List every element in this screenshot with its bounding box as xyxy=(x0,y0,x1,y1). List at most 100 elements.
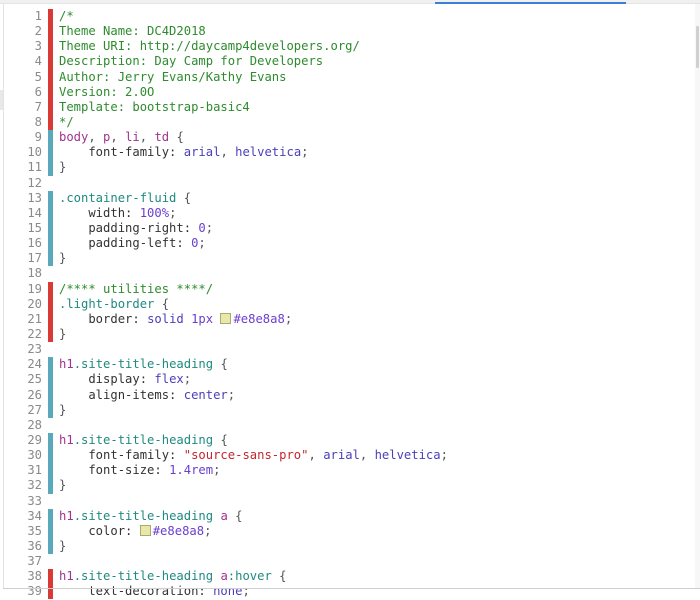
gutter-modified-marker[interactable] xyxy=(48,569,53,585)
code-line[interactable]: 17} xyxy=(0,251,694,267)
code-token: ; xyxy=(205,220,214,235)
code-token: body xyxy=(59,130,89,145)
gutter-added-marker[interactable] xyxy=(48,372,53,388)
code-token: , xyxy=(359,448,375,463)
code-line[interactable]: 16 padding-left: 0; xyxy=(0,236,694,252)
code-text: font-size: 1.4rem; xyxy=(59,463,220,478)
gutter-modified-marker[interactable] xyxy=(48,114,53,131)
code-line[interactable]: 26 align-items: center; xyxy=(0,387,694,403)
line-number: 25 xyxy=(27,372,42,387)
code-line[interactable]: 25 display: flex; xyxy=(0,372,694,388)
gutter-added-marker[interactable] xyxy=(48,236,53,252)
gutter-modified-marker[interactable] xyxy=(48,39,53,55)
code-text: padding-left: 0; xyxy=(59,236,205,251)
code-line[interactable]: 32} xyxy=(0,478,694,494)
code-line[interactable]: 5 Author: Jerry Evans/Kathy Evans xyxy=(0,69,694,85)
gutter-added-marker[interactable] xyxy=(48,190,53,206)
scrollbar-thumb[interactable] xyxy=(696,26,699,68)
code-token: { xyxy=(169,130,184,145)
active-tab-indicator[interactable] xyxy=(435,2,626,4)
code-line[interactable]: 30 font-family: "source-sans-pro", arial… xyxy=(0,448,694,464)
code-editor[interactable]: 1 /* 2 Theme Name: DC4D2018 3 Theme URI: http… xyxy=(0,9,694,600)
gutter-added-marker[interactable] xyxy=(48,508,53,524)
code-token: } xyxy=(59,402,67,417)
code-token: flex xyxy=(154,372,184,387)
gutter-added-marker[interactable] xyxy=(48,402,53,418)
gutter-added-marker[interactable] xyxy=(48,463,53,479)
code-line[interactable]: 39 text-decoration: none; xyxy=(0,584,694,600)
gutter-modified-marker[interactable] xyxy=(48,24,53,40)
gutter-added-marker[interactable] xyxy=(48,478,53,494)
line-number: 17 xyxy=(27,251,42,266)
code-token: font-size: xyxy=(59,463,170,478)
code-token: Template: bootstrap-basic4 xyxy=(59,99,250,114)
code-token: a xyxy=(220,569,228,584)
code-token: ; xyxy=(440,448,448,463)
gutter-modified-marker[interactable] xyxy=(48,281,53,297)
code-line[interactable]: 13 .container-fluid { xyxy=(0,190,694,206)
code-token: arial xyxy=(323,448,360,463)
code-line[interactable]: 4 Description: Day Camp for Developers xyxy=(0,54,694,70)
gutter-modified-marker[interactable] xyxy=(48,69,53,85)
code-line[interactable]: 33 xyxy=(0,494,694,509)
code-line[interactable]: 34 h1.site-title-heading a { xyxy=(0,508,694,524)
code-line[interactable]: 7 Template: bootstrap-basic4 xyxy=(0,99,694,115)
code-line[interactable]: 3 Theme URI: http://daycamp4developers.or… xyxy=(0,39,694,55)
code-line[interactable]: 11} xyxy=(0,160,694,176)
code-line[interactable]: 24 h1.site-title-heading { xyxy=(0,357,694,373)
gutter-modified-marker[interactable] xyxy=(48,9,53,25)
gutter-modified-marker[interactable] xyxy=(48,311,53,327)
line-number: 11 xyxy=(27,160,42,175)
code-text: font-family: "source-sans-pro", arial, h… xyxy=(59,448,448,463)
code-line[interactable]: 31 font-size: 1.4rem; xyxy=(0,463,694,479)
code-line[interactable]: 9 body, p, li, td { xyxy=(0,130,694,146)
gutter-added-marker[interactable] xyxy=(48,523,53,539)
code-text: Description: Day Camp for Developers xyxy=(59,54,323,69)
code-line[interactable]: 38 h1.site-title-heading a:hover { xyxy=(0,569,694,585)
code-line[interactable]: 2 Theme Name: DC4D2018 xyxy=(0,24,694,40)
code-token: , xyxy=(308,448,324,463)
gutter-added-marker[interactable] xyxy=(48,160,53,176)
gutter-added-marker[interactable] xyxy=(48,220,53,237)
gutter-added-marker[interactable] xyxy=(48,357,53,373)
code-line[interactable]: 28 xyxy=(0,418,694,433)
code-line[interactable]: 20 .light-border { xyxy=(0,296,694,312)
code-line[interactable]: 6 Version: 2.0O xyxy=(0,84,694,100)
color-swatch-icon[interactable] xyxy=(139,524,151,536)
gutter-modified-marker[interactable] xyxy=(48,326,53,343)
gutter-added-marker[interactable] xyxy=(48,145,53,161)
code-line[interactable]: 37 xyxy=(0,554,694,569)
code-line[interactable]: 36} xyxy=(0,538,694,555)
color-swatch-icon[interactable] xyxy=(220,312,232,324)
gutter-added-marker[interactable] xyxy=(48,538,53,555)
code-line[interactable]: 35 color: #e8e8a8; xyxy=(0,523,694,539)
gutter-modified-marker[interactable] xyxy=(48,296,53,312)
code-token: border: xyxy=(59,311,148,326)
code-line[interactable]: 27} xyxy=(0,402,694,418)
gutter-modified-marker[interactable] xyxy=(48,99,53,115)
code-line[interactable]: 21 border: solid 1px #e8e8a8; xyxy=(0,311,694,327)
code-line[interactable]: 29 h1.site-title-heading { xyxy=(0,432,694,449)
code-text: /**** utilities ****/ xyxy=(59,282,213,297)
gutter-added-marker[interactable] xyxy=(48,432,53,449)
code-line[interactable]: 18 xyxy=(0,266,694,281)
code-line[interactable]: 19 /**** utilities ****/ xyxy=(0,281,694,297)
code-line[interactable]: 14 width: 100%; xyxy=(0,205,694,221)
code-line[interactable]: 10 font-family: arial, helvetica; xyxy=(0,145,694,161)
code-line[interactable]: 8 */ xyxy=(0,114,694,131)
gutter-added-marker[interactable] xyxy=(48,130,53,146)
gutter-added-marker[interactable] xyxy=(48,251,53,267)
code-line[interactable]: 1 /* xyxy=(0,9,694,25)
vertical-scrollbar[interactable] xyxy=(695,4,700,588)
gutter-modified-marker[interactable] xyxy=(48,84,53,100)
code-line[interactable]: 23 xyxy=(0,342,694,357)
gutter-added-marker[interactable] xyxy=(48,448,53,464)
gutter-modified-marker[interactable] xyxy=(48,54,53,70)
code-line[interactable]: 12 xyxy=(0,176,694,191)
gutter-added-marker[interactable] xyxy=(48,387,53,403)
code-line[interactable]: 15 padding-right: 0; xyxy=(0,220,694,237)
code-token: .container-fluid xyxy=(59,190,177,205)
gutter-added-marker[interactable] xyxy=(48,205,53,221)
code-line[interactable]: 22} xyxy=(0,326,694,343)
gutter-modified-marker[interactable] xyxy=(48,584,53,600)
